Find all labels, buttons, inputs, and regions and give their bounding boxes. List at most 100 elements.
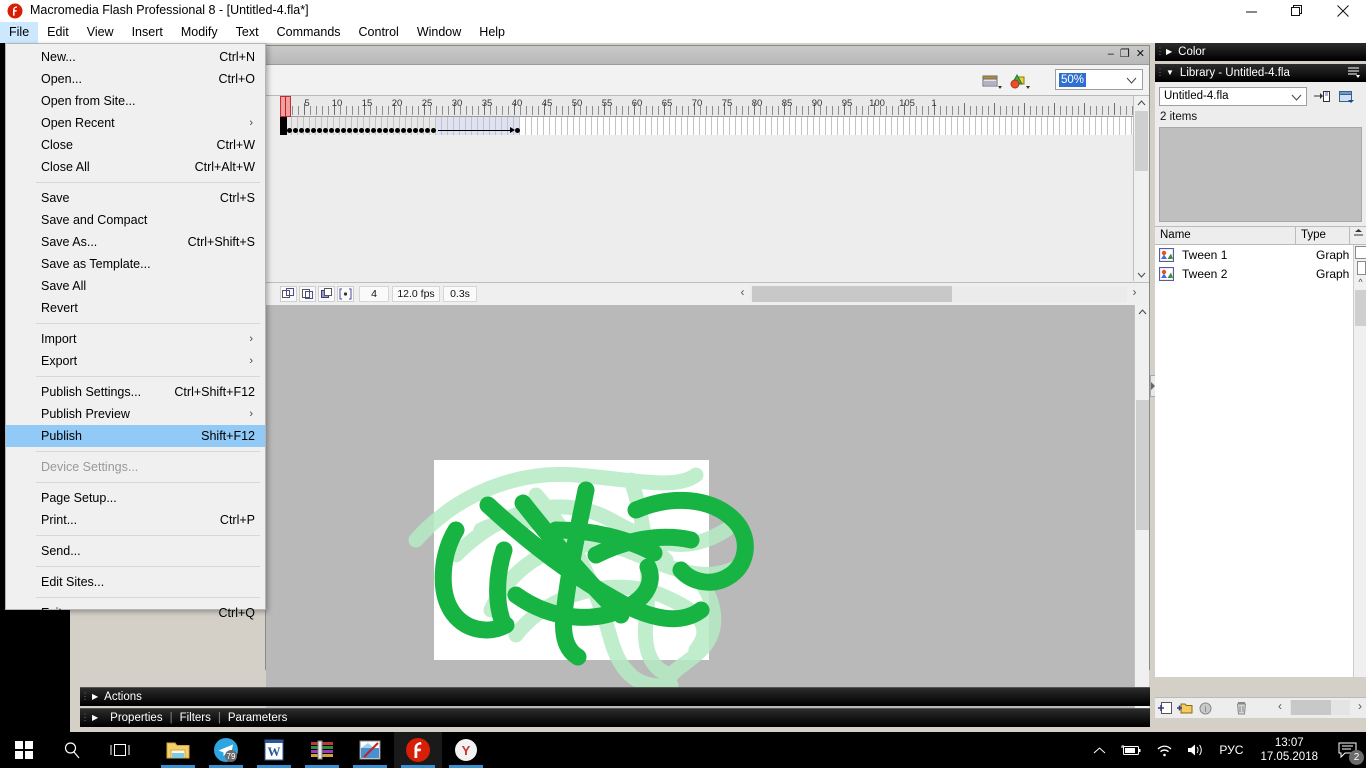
action-center-icon[interactable]: 2 xyxy=(1328,732,1366,768)
menu-commands[interactable]: Commands xyxy=(268,22,350,43)
menu-item-publish[interactable]: Publish Shift+F12 xyxy=(6,425,265,447)
scrollbar-thumb[interactable] xyxy=(1136,400,1149,530)
library-footer-scrollbar[interactable]: ‹ › xyxy=(1278,699,1362,715)
keyframe-marker[interactable] xyxy=(382,128,388,133)
language-indicator[interactable]: РУС xyxy=(1212,732,1250,768)
minimize-icon[interactable] xyxy=(1228,0,1274,22)
library-panel-bar[interactable]: ⋮ ▼ Library - Untitled-4.fla xyxy=(1155,64,1366,82)
keyframe-marker[interactable] xyxy=(316,128,322,133)
menu-text[interactable]: Text xyxy=(227,22,268,43)
scrollbar-thumb[interactable] xyxy=(1291,700,1331,715)
keyframe-marker[interactable] xyxy=(328,128,334,133)
scrollbar-thumb[interactable] xyxy=(752,286,952,302)
keyframe-marker[interactable] xyxy=(406,128,412,133)
menu-item-open-from-site[interactable]: Open from Site... xyxy=(6,90,265,112)
triangle-down-icon[interactable]: ▼ xyxy=(1166,68,1174,77)
keyframe-marker[interactable] xyxy=(370,128,376,133)
menu-item-page-setup[interactable]: Page Setup... xyxy=(6,487,265,509)
library-preview-pane[interactable] xyxy=(1159,127,1362,222)
menu-view[interactable]: View xyxy=(78,22,123,43)
close-icon[interactable] xyxy=(1320,0,1366,22)
triangle-right-icon[interactable]: ▶ xyxy=(92,713,98,722)
menu-item-import[interactable]: Import › xyxy=(6,328,265,350)
new-symbol-icon[interactable] xyxy=(1155,699,1175,717)
sort-order-icon[interactable] xyxy=(1350,227,1366,244)
scroll-right-icon[interactable]: › xyxy=(1128,285,1141,303)
menu-item-close-all[interactable]: Close All Ctrl+Alt+W xyxy=(6,156,265,178)
scroll-up-icon[interactable]: ^ xyxy=(1354,277,1366,287)
tab-parameters[interactable]: Parameters xyxy=(228,712,287,724)
keyframe-marker[interactable] xyxy=(358,128,364,133)
taskbar-app-paint[interactable] xyxy=(346,732,394,768)
panel-grip[interactable]: ⋮ xyxy=(80,691,90,702)
edit-scene-icon[interactable] xyxy=(981,71,1003,91)
keyframe-marker[interactable] xyxy=(298,128,304,133)
taskbar-app-flash[interactable] xyxy=(394,732,442,768)
zoom-value[interactable]: 50% xyxy=(1059,72,1087,87)
library-list-item[interactable]: Tween 2 Graph xyxy=(1155,264,1366,283)
menu-item-close[interactable]: Close Ctrl+W xyxy=(6,134,265,156)
edit-symbols-icon[interactable] xyxy=(1009,71,1031,91)
properties-panel-bar[interactable]: ⋮ ▶ Properties | Filters | Parameters xyxy=(80,708,1150,727)
menu-edit[interactable]: Edit xyxy=(38,22,78,43)
column-resize-handle[interactable] xyxy=(1355,246,1366,259)
scroll-up-icon[interactable] xyxy=(1135,305,1150,319)
menu-file[interactable]: File xyxy=(0,22,39,43)
windows-start-icon[interactable] xyxy=(0,732,48,768)
keyframe-marker[interactable] xyxy=(292,128,298,133)
keyframe-marker[interactable] xyxy=(394,128,400,133)
wifi-icon[interactable] xyxy=(1149,732,1180,768)
keyframe-marker[interactable] xyxy=(364,128,370,133)
battery-charging-icon[interactable] xyxy=(1113,732,1149,768)
keyframe-marker[interactable] xyxy=(334,128,340,133)
column-width-handle[interactable] xyxy=(1357,261,1366,275)
scroll-up-icon[interactable] xyxy=(1134,96,1149,110)
panel-options-icon[interactable] xyxy=(1347,66,1361,82)
stage-artwork-green-scribble[interactable] xyxy=(396,435,776,695)
zoom-combobox[interactable]: 50% xyxy=(1055,69,1143,90)
menu-item-exit[interactable]: Exit Ctrl+Q xyxy=(6,602,265,624)
menu-item-publish-preview[interactable]: Publish Preview › xyxy=(6,403,265,425)
keyframe-marker[interactable] xyxy=(400,128,406,133)
clock[interactable]: 13:07 17.05.2018 xyxy=(1250,736,1328,764)
search-icon[interactable] xyxy=(48,732,96,768)
stage-vertical-scrollbar[interactable] xyxy=(1134,305,1149,722)
task-view-icon[interactable] xyxy=(96,732,144,768)
new-library-panel-icon[interactable] xyxy=(1337,87,1357,106)
stage-area[interactable] xyxy=(266,305,1135,722)
library-list-item[interactable]: Tween 1 Graph xyxy=(1155,245,1366,264)
menu-item-publish-settings[interactable]: Publish Settings... Ctrl+Shift+F12 xyxy=(6,381,265,403)
keyframe-marker[interactable] xyxy=(322,128,328,133)
keyframe-marker[interactable] xyxy=(310,128,316,133)
edit-multiple-frames-icon[interactable] xyxy=(337,286,354,302)
menu-item-save-all[interactable]: Save All xyxy=(6,275,265,297)
timeline-frames[interactable] xyxy=(280,117,1135,135)
keyframe-marker[interactable] xyxy=(515,128,520,133)
scrollbar-thumb[interactable] xyxy=(1135,111,1148,171)
menu-help[interactable]: Help xyxy=(470,22,514,43)
keyframe-marker[interactable] xyxy=(424,128,430,133)
new-folder-icon[interactable] xyxy=(1175,699,1195,717)
scroll-left-icon[interactable]: ‹ xyxy=(736,285,749,303)
taskbar-app-telegram[interactable]: 79 xyxy=(202,732,250,768)
onion-skin-outlines-icon[interactable] xyxy=(318,286,335,302)
keyframe-marker[interactable] xyxy=(418,128,424,133)
menu-item-print[interactable]: Print... Ctrl+P xyxy=(6,509,265,531)
menu-item-save-as-template[interactable]: Save as Template... xyxy=(6,253,265,275)
menu-item-save-as[interactable]: Save As... Ctrl+Shift+S xyxy=(6,231,265,253)
panel-grip[interactable]: ⋮ xyxy=(1155,46,1165,57)
tab-filters[interactable]: Filters xyxy=(180,712,211,724)
onion-skin-icon[interactable] xyxy=(299,286,316,302)
frame-rate-field[interactable]: 12.0 fps xyxy=(392,286,440,302)
keyframe-marker[interactable] xyxy=(304,128,310,133)
column-header-name[interactable]: Name xyxy=(1155,227,1296,244)
menu-item-save[interactable]: Save Ctrl+S xyxy=(6,187,265,209)
chevron-up-icon[interactable] xyxy=(1086,732,1113,768)
triangle-right-icon[interactable]: ▶ xyxy=(1166,47,1172,56)
panel-grip[interactable]: ⋮ xyxy=(80,712,90,723)
keyframe-marker[interactable] xyxy=(346,128,352,133)
scroll-right-icon[interactable]: › xyxy=(1358,699,1362,713)
keyframe-marker[interactable] xyxy=(412,128,418,133)
taskbar-app-yandex-browser[interactable]: Y xyxy=(442,732,490,768)
timeline-vertical-scrollbar[interactable] xyxy=(1133,96,1148,281)
